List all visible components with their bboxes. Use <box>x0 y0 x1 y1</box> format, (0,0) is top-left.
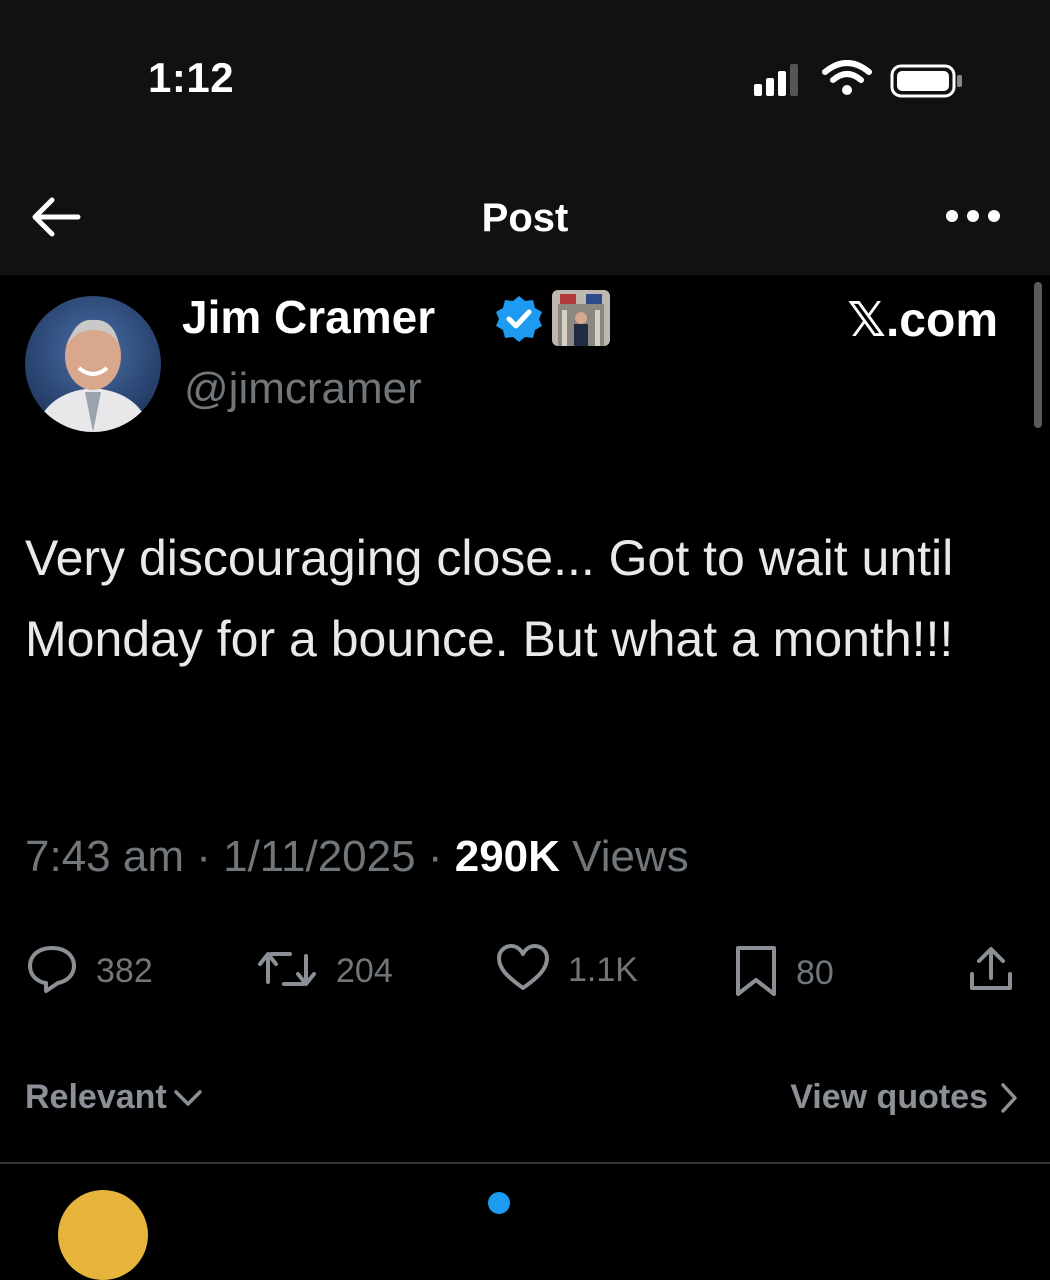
tweet-meta: 7:43 am · 1/11/2025 · 290K Views <box>25 832 689 882</box>
bookmark-button[interactable]: 80 <box>734 944 834 1003</box>
chevron-down-icon <box>173 1088 203 1108</box>
affiliate-badge-image <box>552 290 610 346</box>
views-count[interactable]: 290K <box>455 832 560 881</box>
bookmark-icon <box>734 944 778 1003</box>
author-handle[interactable]: @jimcramer <box>184 364 422 414</box>
repost-icon <box>256 944 318 999</box>
next-reply-verified-icon <box>488 1192 510 1214</box>
chevron-right-icon <box>1000 1082 1018 1114</box>
meta-separator: · <box>427 832 443 881</box>
avatar[interactable] <box>25 296 161 432</box>
reply-button[interactable]: 382 <box>26 944 153 999</box>
reply-icon <box>26 944 78 999</box>
scrollbar[interactable] <box>1034 282 1042 428</box>
wifi-icon <box>822 60 872 101</box>
bookmark-count: 80 <box>796 954 834 992</box>
x-watermark: 𝕏.com <box>847 294 998 347</box>
repost-button[interactable]: 204 <box>256 944 393 999</box>
action-bar: 382 204 1.1K 80 <box>0 944 1050 1000</box>
meta-separator: · <box>196 832 211 881</box>
tweet-time: 7:43 am <box>25 832 184 881</box>
sort-replies-button[interactable]: Relevant <box>25 1078 203 1117</box>
verified-icon <box>494 294 544 349</box>
views-label: Views <box>572 832 689 881</box>
like-icon <box>496 944 550 997</box>
battery-icon <box>890 64 964 103</box>
view-quotes-button[interactable]: View quotes <box>790 1078 1018 1117</box>
status-bar: 1:12 Post <box>0 0 1050 275</box>
page-title: Post <box>481 196 569 240</box>
like-button[interactable]: 1.1K <box>496 944 638 997</box>
sort-label: Relevant <box>25 1078 167 1116</box>
status-time: 1:12 <box>148 54 235 101</box>
like-count: 1.1K <box>568 951 638 989</box>
next-reply-avatar[interactable] <box>58 1190 148 1280</box>
divider <box>0 1162 1050 1164</box>
share-button[interactable] <box>966 944 1016 999</box>
reply-count: 382 <box>96 952 153 990</box>
tweet-date: 1/11/2025 <box>223 832 416 881</box>
repost-count: 204 <box>336 952 393 990</box>
author-name[interactable]: Jim Cramer <box>182 290 435 344</box>
tweet-text: Very discouraging close... Got to wait u… <box>25 530 954 667</box>
cellular-signal-icon <box>754 62 806 101</box>
share-icon <box>966 944 1016 999</box>
view-quotes-label: View quotes <box>790 1078 988 1116</box>
more-icon[interactable] <box>944 208 1002 229</box>
